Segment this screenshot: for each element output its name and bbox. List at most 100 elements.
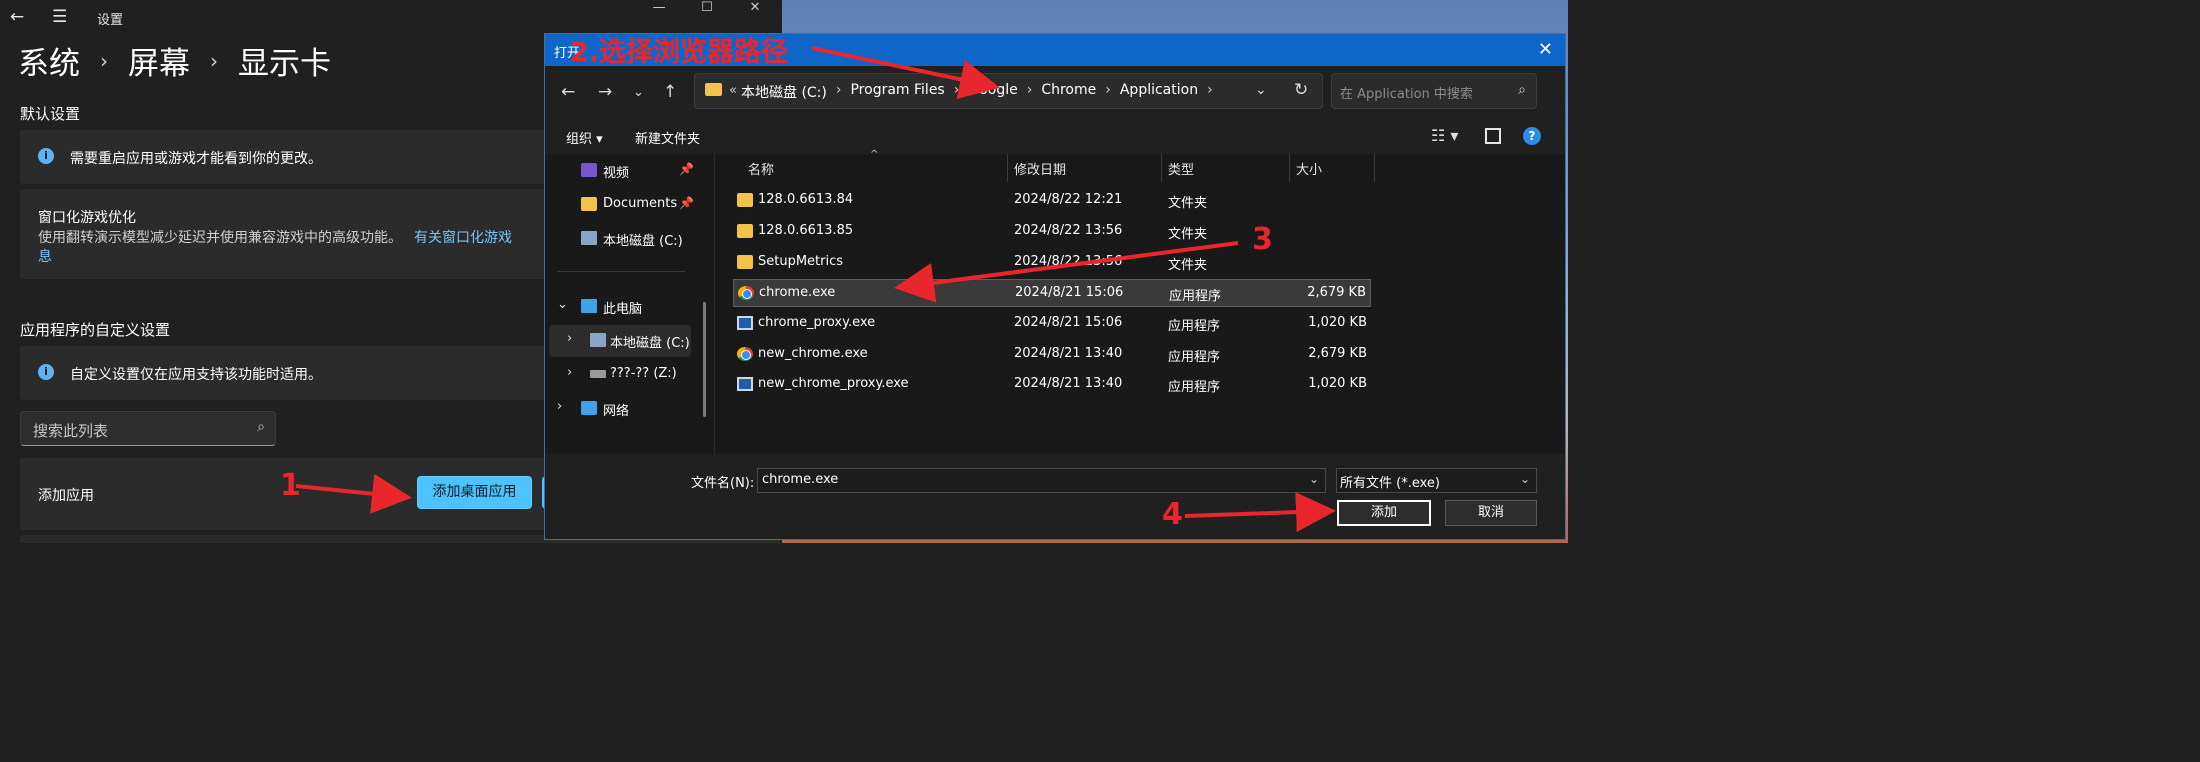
nav-item-label: 视频	[603, 166, 630, 181]
close-icon[interactable]: ✕	[732, 0, 778, 16]
breadcrumb-item-system[interactable]: 系统	[18, 38, 80, 83]
nav-item-videos[interactable]: 视频 📌	[581, 156, 701, 186]
new-folder-button[interactable]: 新建文件夹	[635, 128, 700, 147]
chevron-right-icon[interactable]: ›	[1027, 82, 1033, 102]
search-list-input[interactable]: 搜索此列表 ⌕	[20, 411, 276, 446]
column-divider[interactable]	[1289, 154, 1290, 182]
chevron-right-icon[interactable]: ›	[567, 331, 572, 346]
expand-chevron-icon[interactable]: ⌄	[557, 297, 568, 312]
maximize-icon[interactable]: ☐	[684, 0, 730, 16]
nav-item-local-disk[interactable]: › 本地磁盘 (C:)	[567, 326, 697, 356]
column-divider[interactable]	[1007, 154, 1008, 182]
minimize-icon[interactable]: —	[636, 0, 682, 16]
address-overflow[interactable]: «	[729, 83, 737, 98]
column-header-type[interactable]: 类型	[1168, 159, 1194, 178]
help-icon[interactable]: ?	[1523, 127, 1541, 145]
windowed-optimization-link-cont[interactable]: 息	[38, 246, 52, 266]
address-crumb[interactable]: Chrome	[1041, 82, 1096, 102]
view-options-icon[interactable]: ☷ ▾	[1431, 126, 1458, 145]
column-divider[interactable]	[1161, 154, 1162, 182]
breadcrumb-item-display[interactable]: 屏幕	[128, 38, 190, 83]
chevron-right-icon[interactable]: ›	[1207, 82, 1213, 102]
chevron-right-icon: ›	[100, 48, 108, 73]
nav-item-network[interactable]: › 网络	[557, 394, 697, 424]
chevron-right-icon[interactable]: ›	[557, 399, 562, 414]
nav-item-local-disk-quick[interactable]: 本地磁盘 (C:)	[581, 224, 701, 254]
file-row[interactable]: SetupMetrics 2024/8/22 13:56 文件夹	[733, 249, 1371, 277]
refresh-icon[interactable]: ↻	[1294, 80, 1308, 100]
file-type: 文件夹	[1168, 227, 1208, 242]
file-row[interactable]: chrome_proxy.exe 2024/8/21 15:06 应用程序 1,…	[733, 310, 1371, 338]
column-divider[interactable]	[1374, 154, 1375, 182]
file-name: SetupMetrics	[758, 254, 844, 269]
address-crumb[interactable]: 本地磁盘 (C:)	[741, 82, 827, 102]
column-header-size[interactable]: 大小	[1296, 159, 1322, 178]
file-date: 2024/8/21 15:06	[1014, 315, 1123, 330]
chevron-right-icon[interactable]: ›	[836, 82, 842, 102]
nav-item-documents[interactable]: Documents 📌	[581, 190, 701, 220]
nav-divider	[557, 271, 685, 272]
up-arrow-icon[interactable]: ↑	[663, 82, 677, 102]
add-desktop-app-button[interactable]: 添加桌面应用	[417, 476, 532, 509]
address-dropdown-icon[interactable]: ⌄	[1255, 82, 1267, 98]
file-type: 文件夹	[1168, 258, 1208, 273]
file-type: 应用程序	[1169, 289, 1222, 304]
file-type: 应用程序	[1168, 319, 1221, 334]
file-date: 2024/8/22 12:21	[1014, 192, 1123, 207]
address-crumb[interactable]: Application	[1120, 82, 1198, 102]
add-button[interactable]: 添加	[1337, 500, 1431, 526]
search-icon: ⌕	[1518, 82, 1526, 98]
address-bar[interactable]: « 本地磁盘 (C:) › Program Files › Google › Chro…	[694, 73, 1323, 109]
info-icon: i	[38, 364, 54, 380]
documents-folder-icon	[581, 197, 597, 211]
folder-search-placeholder: 在 Application 中搜索	[1340, 87, 1473, 102]
file-row[interactable]: new_chrome_proxy.exe 2024/8/21 13:40 应用程…	[733, 371, 1371, 399]
nav-item-label: 此电脑	[603, 302, 643, 317]
file-row[interactable]: 128.0.6613.84 2024/8/22 12:21 文件夹	[733, 187, 1371, 215]
chrome-icon	[737, 347, 753, 361]
nav-item-network-drive[interactable]: › ???-?? (Z:)	[567, 360, 697, 390]
forward-arrow-icon[interactable]: →	[598, 82, 612, 102]
filename-input[interactable]: chrome.exe ⌄	[757, 468, 1326, 493]
back-arrow-icon[interactable]: ←	[10, 7, 24, 27]
file-size: 1,020 KB	[1308, 315, 1367, 330]
organize-button[interactable]: 组织 ▾	[566, 128, 603, 147]
video-folder-icon	[581, 163, 597, 177]
column-header-date[interactable]: 修改日期	[1014, 159, 1066, 178]
address-crumb[interactable]: Program Files	[850, 82, 944, 102]
back-arrow-icon[interactable]: ←	[561, 82, 575, 102]
hamburger-menu-icon[interactable]: ☰	[52, 7, 67, 27]
address-crumb[interactable]: Google	[968, 82, 1017, 102]
chevron-right-icon: ›	[210, 48, 218, 73]
app-custom-settings-heading: 应用程序的自定义设置	[20, 321, 171, 339]
chevron-right-icon[interactable]: ›	[1105, 82, 1111, 102]
nav-item-label: 本地磁盘 (C:)	[603, 234, 683, 249]
nav-item-label: 本地磁盘 (C:)	[610, 336, 690, 351]
dialog-navbar: ← → ⌄ ↑ « 本地磁盘 (C:) › Program Files › Goog…	[545, 66, 1565, 120]
recent-locations-chevron-icon[interactable]: ⌄	[633, 85, 644, 100]
dialog-close-icon[interactable]: ✕	[1538, 39, 1553, 60]
folder-icon	[705, 83, 722, 96]
nav-item-label: Documents	[603, 196, 678, 211]
cancel-button[interactable]: 取消	[1445, 500, 1537, 526]
folder-search-input[interactable]: 在 Application 中搜索 ⌕	[1331, 73, 1537, 109]
file-row[interactable]: new_chrome.exe 2024/8/21 13:40 应用程序 2,67…	[733, 341, 1371, 369]
chevron-down-icon[interactable]: ⌄	[1309, 472, 1319, 486]
preview-pane-icon[interactable]	[1485, 128, 1501, 144]
file-name: 128.0.6613.84	[758, 192, 854, 207]
folder-icon	[737, 193, 753, 207]
file-type: 应用程序	[1168, 350, 1221, 365]
drive-icon	[590, 333, 606, 347]
file-row-selected[interactable]: chrome.exe 2024/8/21 15:06 应用程序 2,679 KB	[733, 279, 1371, 307]
chrome-icon	[738, 286, 754, 300]
file-type-select[interactable]: 所有文件 (*.exe) ⌄	[1336, 468, 1537, 493]
chevron-down-icon[interactable]: ⌄	[1520, 472, 1530, 486]
chevron-right-icon[interactable]: ›	[954, 82, 960, 102]
nav-scrollbar[interactable]	[703, 302, 706, 417]
dialog-titlebar[interactable]: 打开 ✕	[545, 34, 1565, 66]
chevron-right-icon[interactable]: ›	[567, 365, 572, 380]
windowed-optimization-link[interactable]: 有关窗口化游戏	[414, 230, 512, 246]
column-header-name[interactable]: 名称	[748, 159, 774, 178]
nav-item-this-pc[interactable]: ⌄ 此电脑	[557, 292, 697, 322]
file-row[interactable]: 128.0.6613.85 2024/8/22 13:56 文件夹	[733, 218, 1371, 246]
